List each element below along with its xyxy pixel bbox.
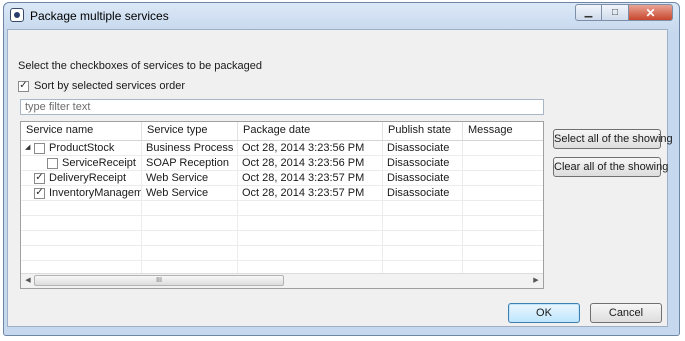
service-name-text: InventoryManageme: [49, 187, 142, 199]
horizontal-scrollbar[interactable]: ◀ III ▶: [21, 273, 543, 288]
message-cell: [463, 141, 543, 155]
empty-cell: [238, 231, 383, 245]
empty-cell: [21, 246, 142, 260]
empty-table-row: [21, 246, 543, 261]
column-header-service-name[interactable]: Service name: [21, 122, 142, 140]
table-row[interactable]: ServiceReceipt SOAP Reception Oct 28, 2014…: [21, 156, 543, 171]
window-controls: ▁ □ ✕: [575, 4, 673, 22]
scroll-left-icon[interactable]: ◀: [23, 276, 33, 286]
row-checkbox[interactable]: ✓: [34, 187, 45, 199]
minimize-button[interactable]: ▁: [575, 4, 602, 21]
title-bar[interactable]: Package multiple services ▁ □ ✕: [4, 3, 679, 29]
sort-by-order-label: Sort by selected services order: [34, 80, 186, 92]
column-header-publish-state[interactable]: Publish state: [383, 122, 463, 140]
empty-table-row: [21, 231, 543, 246]
package-date-cell: Oct 28, 2014 3:23:57 PM: [238, 186, 383, 200]
empty-cell: [463, 216, 543, 230]
empty-table-row: [21, 216, 543, 231]
empty-cell: [142, 216, 238, 230]
table-header: Service name Service type Package date P…: [21, 122, 543, 141]
maximize-button[interactable]: □: [602, 4, 629, 21]
package-date-cell: Oct 28, 2014 3:23:57 PM: [238, 171, 383, 185]
empty-cell: [238, 216, 383, 230]
column-header-package-date[interactable]: Package date: [238, 122, 383, 140]
services-table[interactable]: Service name Service type Package date P…: [20, 121, 544, 289]
app-icon: [10, 8, 24, 22]
sort-by-order-checkbox[interactable]: ✓: [18, 80, 29, 92]
publish-state-cell: Disassociate: [383, 141, 463, 155]
publish-state-cell: Disassociate: [383, 186, 463, 200]
cancel-button[interactable]: Cancel: [590, 303, 662, 323]
close-button[interactable]: ✕: [629, 4, 673, 21]
service-name-cell: ServiceReceipt: [21, 156, 142, 170]
empty-cell: [383, 216, 463, 230]
instructions-label: Select the checkboxes of services to be …: [18, 60, 262, 72]
empty-cell: [21, 231, 142, 245]
filter-input[interactable]: [20, 99, 544, 115]
empty-cell: [463, 201, 543, 215]
message-cell: [463, 186, 543, 200]
table-row[interactable]: ✓ DeliveryReceipt Web Service Oct 28, 2014 …: [21, 171, 543, 186]
empty-cell: [142, 201, 238, 215]
empty-cell: [238, 246, 383, 260]
sort-by-order-option[interactable]: ✓ Sort by selected services order: [18, 80, 185, 92]
table-row[interactable]: ◢ ProductStock Business Process Oct 28, 201…: [21, 141, 543, 156]
empty-cell: [238, 201, 383, 215]
empty-cell: [463, 246, 543, 260]
table-row[interactable]: ✓ InventoryManageme Web Service Oct 28, 201…: [21, 186, 543, 201]
service-type-cell: SOAP Reception: [142, 156, 238, 170]
empty-cell: [21, 216, 142, 230]
row-checkbox[interactable]: ✓: [34, 172, 45, 184]
empty-cell: [21, 201, 142, 215]
row-checkbox[interactable]: [47, 157, 58, 169]
row-checkbox[interactable]: [34, 142, 45, 154]
empty-cell: [463, 231, 543, 245]
window-title: Package multiple services: [30, 9, 169, 23]
empty-cell: [383, 231, 463, 245]
service-type-cell: Web Service: [142, 171, 238, 185]
service-type-cell: Business Process: [142, 141, 238, 155]
dialog-content: Select the checkboxes of services to be …: [7, 29, 673, 327]
empty-cell: [383, 246, 463, 260]
service-name-cell: ✓ DeliveryReceipt: [21, 171, 142, 185]
publish-state-cell: Disassociate: [383, 156, 463, 170]
message-cell: [463, 156, 543, 170]
service-name-cell: ✓ InventoryManageme: [21, 186, 142, 200]
service-name-text: ServiceReceipt: [62, 157, 136, 169]
tree-expanded-icon[interactable]: ◢: [25, 141, 34, 155]
empty-cell: [142, 231, 238, 245]
empty-cell: [142, 246, 238, 260]
column-header-message[interactable]: Message: [463, 122, 543, 140]
select-all-button[interactable]: Select all of the showing: [553, 129, 673, 149]
empty-table-row: [21, 201, 543, 216]
service-name-text: ProductStock: [49, 142, 115, 154]
scrollbar-thumb[interactable]: III: [34, 275, 284, 286]
publish-state-cell: Disassociate: [383, 171, 463, 185]
package-date-cell: Oct 28, 2014 3:23:56 PM: [238, 156, 383, 170]
service-name-cell: ◢ ProductStock: [21, 141, 142, 155]
package-date-cell: Oct 28, 2014 3:23:56 PM: [238, 141, 383, 155]
column-header-service-type[interactable]: Service type: [142, 122, 238, 140]
scroll-right-icon[interactable]: ▶: [531, 276, 541, 286]
clear-all-button[interactable]: Clear all of the showing: [553, 157, 668, 177]
empty-cell: [383, 201, 463, 215]
message-cell: [463, 171, 543, 185]
ok-button[interactable]: OK: [508, 303, 580, 323]
service-type-cell: Web Service: [142, 186, 238, 200]
service-name-text: DeliveryReceipt: [49, 172, 127, 184]
